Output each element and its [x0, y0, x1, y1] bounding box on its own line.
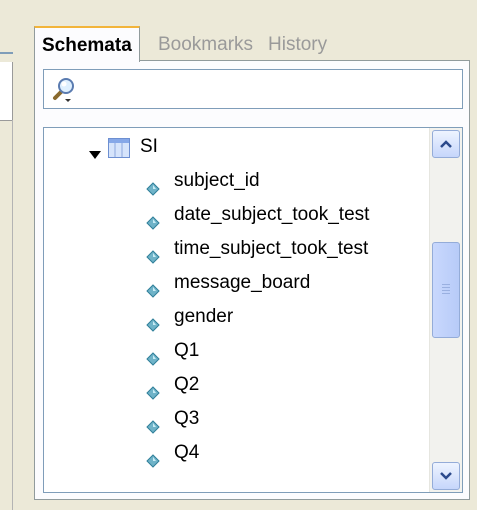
field-label: Q2	[174, 374, 200, 395]
scroll-down-button[interactable]	[432, 462, 460, 490]
tree-node-field[interactable]: Q2	[44, 368, 424, 402]
tree-node-field[interactable]: date_subject_took_test	[44, 198, 424, 232]
search-input[interactable]	[82, 74, 456, 106]
tree-node-field[interactable]: Q3	[44, 402, 424, 436]
editor-edge	[0, 0, 13, 510]
field-label: time_subject_took_test	[174, 238, 369, 259]
editor-edge-divider	[12, 120, 13, 510]
schema-tree: SI subject_id date_subject_took_test tim…	[43, 127, 463, 493]
column-diamond-icon	[146, 242, 160, 264]
field-label: subject_id	[174, 170, 260, 191]
field-label: Q3	[174, 408, 200, 429]
editor-edge-border	[0, 52, 13, 54]
field-label: gender	[174, 306, 234, 327]
column-diamond-icon	[146, 208, 160, 230]
scroll-up-button[interactable]	[432, 130, 460, 158]
field-label: date_subject_took_test	[174, 204, 370, 225]
vertical-scrollbar[interactable]	[429, 128, 462, 492]
tree-node-field[interactable]: Q1	[44, 334, 424, 368]
tree-node-field[interactable]: gender	[44, 300, 424, 334]
column-diamond-icon	[146, 344, 160, 366]
tab-history[interactable]: History	[268, 30, 327, 60]
table-name: SI	[140, 136, 158, 157]
column-diamond-icon	[146, 276, 160, 298]
field-label: Q1	[174, 340, 200, 361]
column-diamond-icon	[146, 378, 160, 400]
table-icon	[108, 136, 130, 158]
schemata-panel: SI subject_id date_subject_took_test tim…	[34, 60, 470, 500]
tab-schemata[interactable]: Schemata	[34, 26, 140, 62]
tree-node-field[interactable]: time_subject_took_test	[44, 232, 424, 266]
scroll-thumb[interactable]	[432, 242, 460, 338]
column-diamond-icon	[146, 174, 160, 196]
search-box[interactable]	[43, 69, 463, 109]
editor-edge-panel	[0, 62, 13, 121]
column-diamond-icon	[146, 310, 160, 332]
column-diamond-icon	[146, 412, 160, 434]
field-label: Q4	[174, 442, 200, 463]
tree-node-field[interactable]: message_board	[44, 266, 424, 300]
magnifier-icon[interactable]	[49, 76, 79, 104]
expand-triangle-icon[interactable]	[88, 140, 102, 159]
field-label: message_board	[174, 272, 311, 293]
tree-node-si[interactable]: SI	[44, 130, 424, 164]
tab-bookmarks[interactable]: Bookmarks	[158, 30, 253, 60]
tree-node-field[interactable]: subject_id	[44, 164, 424, 198]
column-diamond-icon	[146, 446, 160, 468]
tree-node-field[interactable]: Q4	[44, 436, 424, 470]
